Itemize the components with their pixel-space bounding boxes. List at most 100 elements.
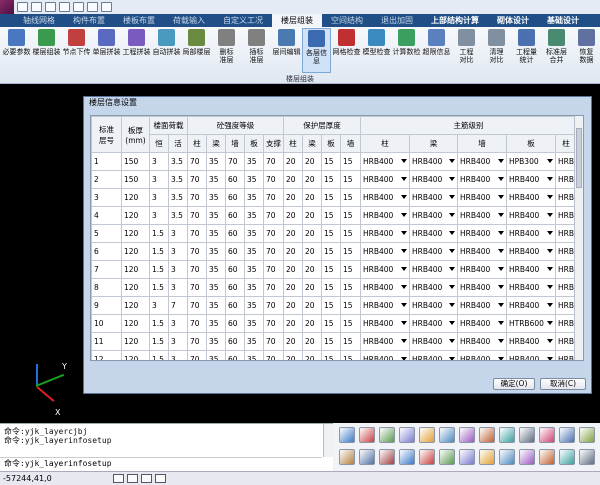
rebar-select-r_col[interactable]: HRB400 bbox=[360, 206, 410, 225]
dropdown-arrow-icon[interactable] bbox=[401, 285, 407, 290]
rebar-select-r_beam[interactable]: HRB400 bbox=[409, 152, 458, 171]
cell-thk[interactable]: 120 bbox=[121, 260, 150, 279]
side-view-icon[interactable] bbox=[479, 427, 495, 443]
cell-c_beam[interactable]: 35 bbox=[206, 170, 226, 189]
app-logo-icon[interactable] bbox=[0, 0, 14, 14]
rebar-select-r_beam[interactable]: HRB400 bbox=[409, 350, 458, 360]
grid-toggle-icon[interactable] bbox=[141, 474, 152, 483]
command-input[interactable]: 命令:yjk_layerinfosetup bbox=[0, 457, 322, 468]
cell-c_wall[interactable]: 60 bbox=[225, 260, 245, 279]
ribbon-button-9[interactable]: 层间编辑 bbox=[272, 28, 301, 73]
dropdown-arrow-icon[interactable] bbox=[498, 357, 504, 360]
cell-c_col[interactable]: 70 bbox=[187, 152, 207, 171]
cell-v_beam[interactable]: 20 bbox=[302, 224, 322, 243]
cell-v_col[interactable]: 20 bbox=[283, 152, 303, 171]
cell-c_brace[interactable]: 70 bbox=[263, 206, 284, 225]
cell-c_slab[interactable]: 35 bbox=[244, 350, 264, 360]
ribbon-button-7[interactable]: 删标 准层 bbox=[212, 28, 241, 73]
cell-thk[interactable]: 150 bbox=[121, 170, 150, 189]
cell-c_beam[interactable]: 35 bbox=[206, 296, 226, 315]
close-icon[interactable] bbox=[101, 2, 112, 12]
tab-10[interactable]: 基础设计 bbox=[538, 14, 588, 27]
cube-view-icon[interactable] bbox=[479, 449, 495, 465]
ribbon-button-12[interactable]: 模型检查 bbox=[362, 28, 391, 73]
text-icon[interactable] bbox=[359, 449, 375, 465]
search-icon[interactable] bbox=[559, 427, 575, 443]
cell-v_wall[interactable]: 15 bbox=[340, 170, 361, 189]
cell-c_col[interactable]: 70 bbox=[187, 296, 207, 315]
tab-7[interactable]: 退出加固 bbox=[372, 14, 422, 27]
dropdown-arrow-icon[interactable] bbox=[401, 303, 407, 308]
cell-live[interactable]: 7 bbox=[168, 296, 188, 315]
dropdown-arrow-icon[interactable] bbox=[547, 195, 553, 200]
cell-thk[interactable]: 120 bbox=[121, 224, 150, 243]
cell-v_beam[interactable]: 20 bbox=[302, 350, 322, 360]
dropdown-arrow-icon[interactable] bbox=[401, 357, 407, 360]
cell-c_col[interactable]: 70 bbox=[187, 278, 207, 297]
rebar-select-r_wall[interactable]: HRB400 bbox=[457, 296, 507, 315]
rebar-select-r_slab[interactable]: HTRB600 bbox=[506, 314, 556, 333]
undo-icon[interactable] bbox=[73, 2, 84, 12]
cell-live[interactable]: 3.5 bbox=[168, 188, 188, 207]
ribbon-button-13[interactable]: 计算数检 bbox=[392, 28, 421, 73]
cell-v_col[interactable]: 20 bbox=[283, 332, 303, 351]
cell-v_slab[interactable]: 15 bbox=[321, 170, 341, 189]
cell-v_wall[interactable]: 15 bbox=[340, 332, 361, 351]
cell-v_col[interactable]: 20 bbox=[283, 296, 303, 315]
select-icon[interactable] bbox=[439, 449, 455, 465]
cell-thk[interactable]: 120 bbox=[121, 188, 150, 207]
new-file-icon[interactable] bbox=[17, 2, 28, 12]
cell-c_slab[interactable]: 35 bbox=[244, 332, 264, 351]
rebar-select-r_slab[interactable]: HPB300 bbox=[506, 152, 556, 171]
dropdown-arrow-icon[interactable] bbox=[449, 195, 455, 200]
cell-c_slab[interactable]: 35 bbox=[244, 278, 264, 297]
cell-v_col[interactable]: 20 bbox=[283, 278, 303, 297]
cell-c_slab[interactable]: 35 bbox=[244, 152, 264, 171]
tab-1[interactable]: 构件布置 bbox=[64, 14, 114, 27]
cell-c_col[interactable]: 70 bbox=[187, 170, 207, 189]
cell-c_brace[interactable]: 70 bbox=[263, 332, 284, 351]
cell-c_beam[interactable]: 35 bbox=[206, 242, 226, 261]
cell-v_col[interactable]: 20 bbox=[283, 224, 303, 243]
dropdown-arrow-icon[interactable] bbox=[401, 339, 407, 344]
cell-no[interactable]: 12 bbox=[91, 350, 122, 360]
cell-v_beam[interactable]: 20 bbox=[302, 260, 322, 279]
cell-c_wall[interactable]: 60 bbox=[225, 206, 245, 225]
cell-no[interactable]: 5 bbox=[91, 224, 122, 243]
cell-dead[interactable]: 3 bbox=[149, 170, 169, 189]
cell-no[interactable]: 6 bbox=[91, 242, 122, 261]
cell-live[interactable]: 3 bbox=[168, 260, 188, 279]
cell-v_col[interactable]: 20 bbox=[283, 206, 303, 225]
rebar-select-r_wall[interactable]: HRB400 bbox=[457, 188, 507, 207]
cell-c_wall[interactable]: 60 bbox=[225, 314, 245, 333]
ribbon-button-5[interactable]: 自动拼装 bbox=[152, 28, 181, 73]
cell-v_beam[interactable]: 20 bbox=[302, 296, 322, 315]
rebar-select-r_wall[interactable]: HRB400 bbox=[457, 170, 507, 189]
cell-c_slab[interactable]: 35 bbox=[244, 224, 264, 243]
delete-icon[interactable] bbox=[359, 427, 375, 443]
cell-c_beam[interactable]: 35 bbox=[206, 314, 226, 333]
cell-no[interactable]: 11 bbox=[91, 332, 122, 351]
cell-v_slab[interactable]: 15 bbox=[321, 260, 341, 279]
cell-v_col[interactable]: 20 bbox=[283, 188, 303, 207]
select-icon[interactable] bbox=[379, 427, 395, 443]
dropdown-arrow-icon[interactable] bbox=[547, 339, 553, 344]
dropdown-arrow-icon[interactable] bbox=[498, 177, 504, 182]
rebar-select-r_slab[interactable]: HRB400 bbox=[506, 278, 556, 297]
command-scrollbar[interactable] bbox=[323, 424, 333, 457]
rebar-select-r_beam[interactable]: HRB400 bbox=[409, 332, 458, 351]
cell-no[interactable]: 7 bbox=[91, 260, 122, 279]
cell-c_wall[interactable]: 60 bbox=[225, 278, 245, 297]
cell-c_col[interactable]: 70 bbox=[187, 314, 207, 333]
rebar-select-r_beam[interactable]: HRB400 bbox=[409, 170, 458, 189]
rebar-select-r_slab[interactable]: HRB400 bbox=[506, 350, 556, 360]
cell-thk[interactable]: 120 bbox=[121, 332, 150, 351]
cell-c_beam[interactable]: 35 bbox=[206, 152, 226, 171]
cell-v_wall[interactable]: 15 bbox=[340, 314, 361, 333]
zoom-window-icon[interactable] bbox=[399, 449, 415, 465]
cell-live[interactable]: 3 bbox=[168, 278, 188, 297]
cell-v_beam[interactable]: 20 bbox=[302, 206, 322, 225]
cell-c_slab[interactable]: 35 bbox=[244, 206, 264, 225]
dropdown-arrow-icon[interactable] bbox=[401, 321, 407, 326]
cell-no[interactable]: 2 bbox=[91, 170, 122, 189]
